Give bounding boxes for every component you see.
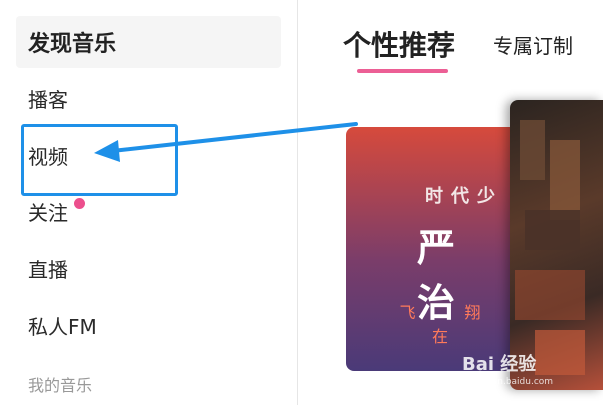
watermark: Bai 经验 xyxy=(462,354,537,375)
watermark-url: jingyan.baidu.com xyxy=(470,377,554,387)
annotation-arrow-icon xyxy=(94,122,358,162)
